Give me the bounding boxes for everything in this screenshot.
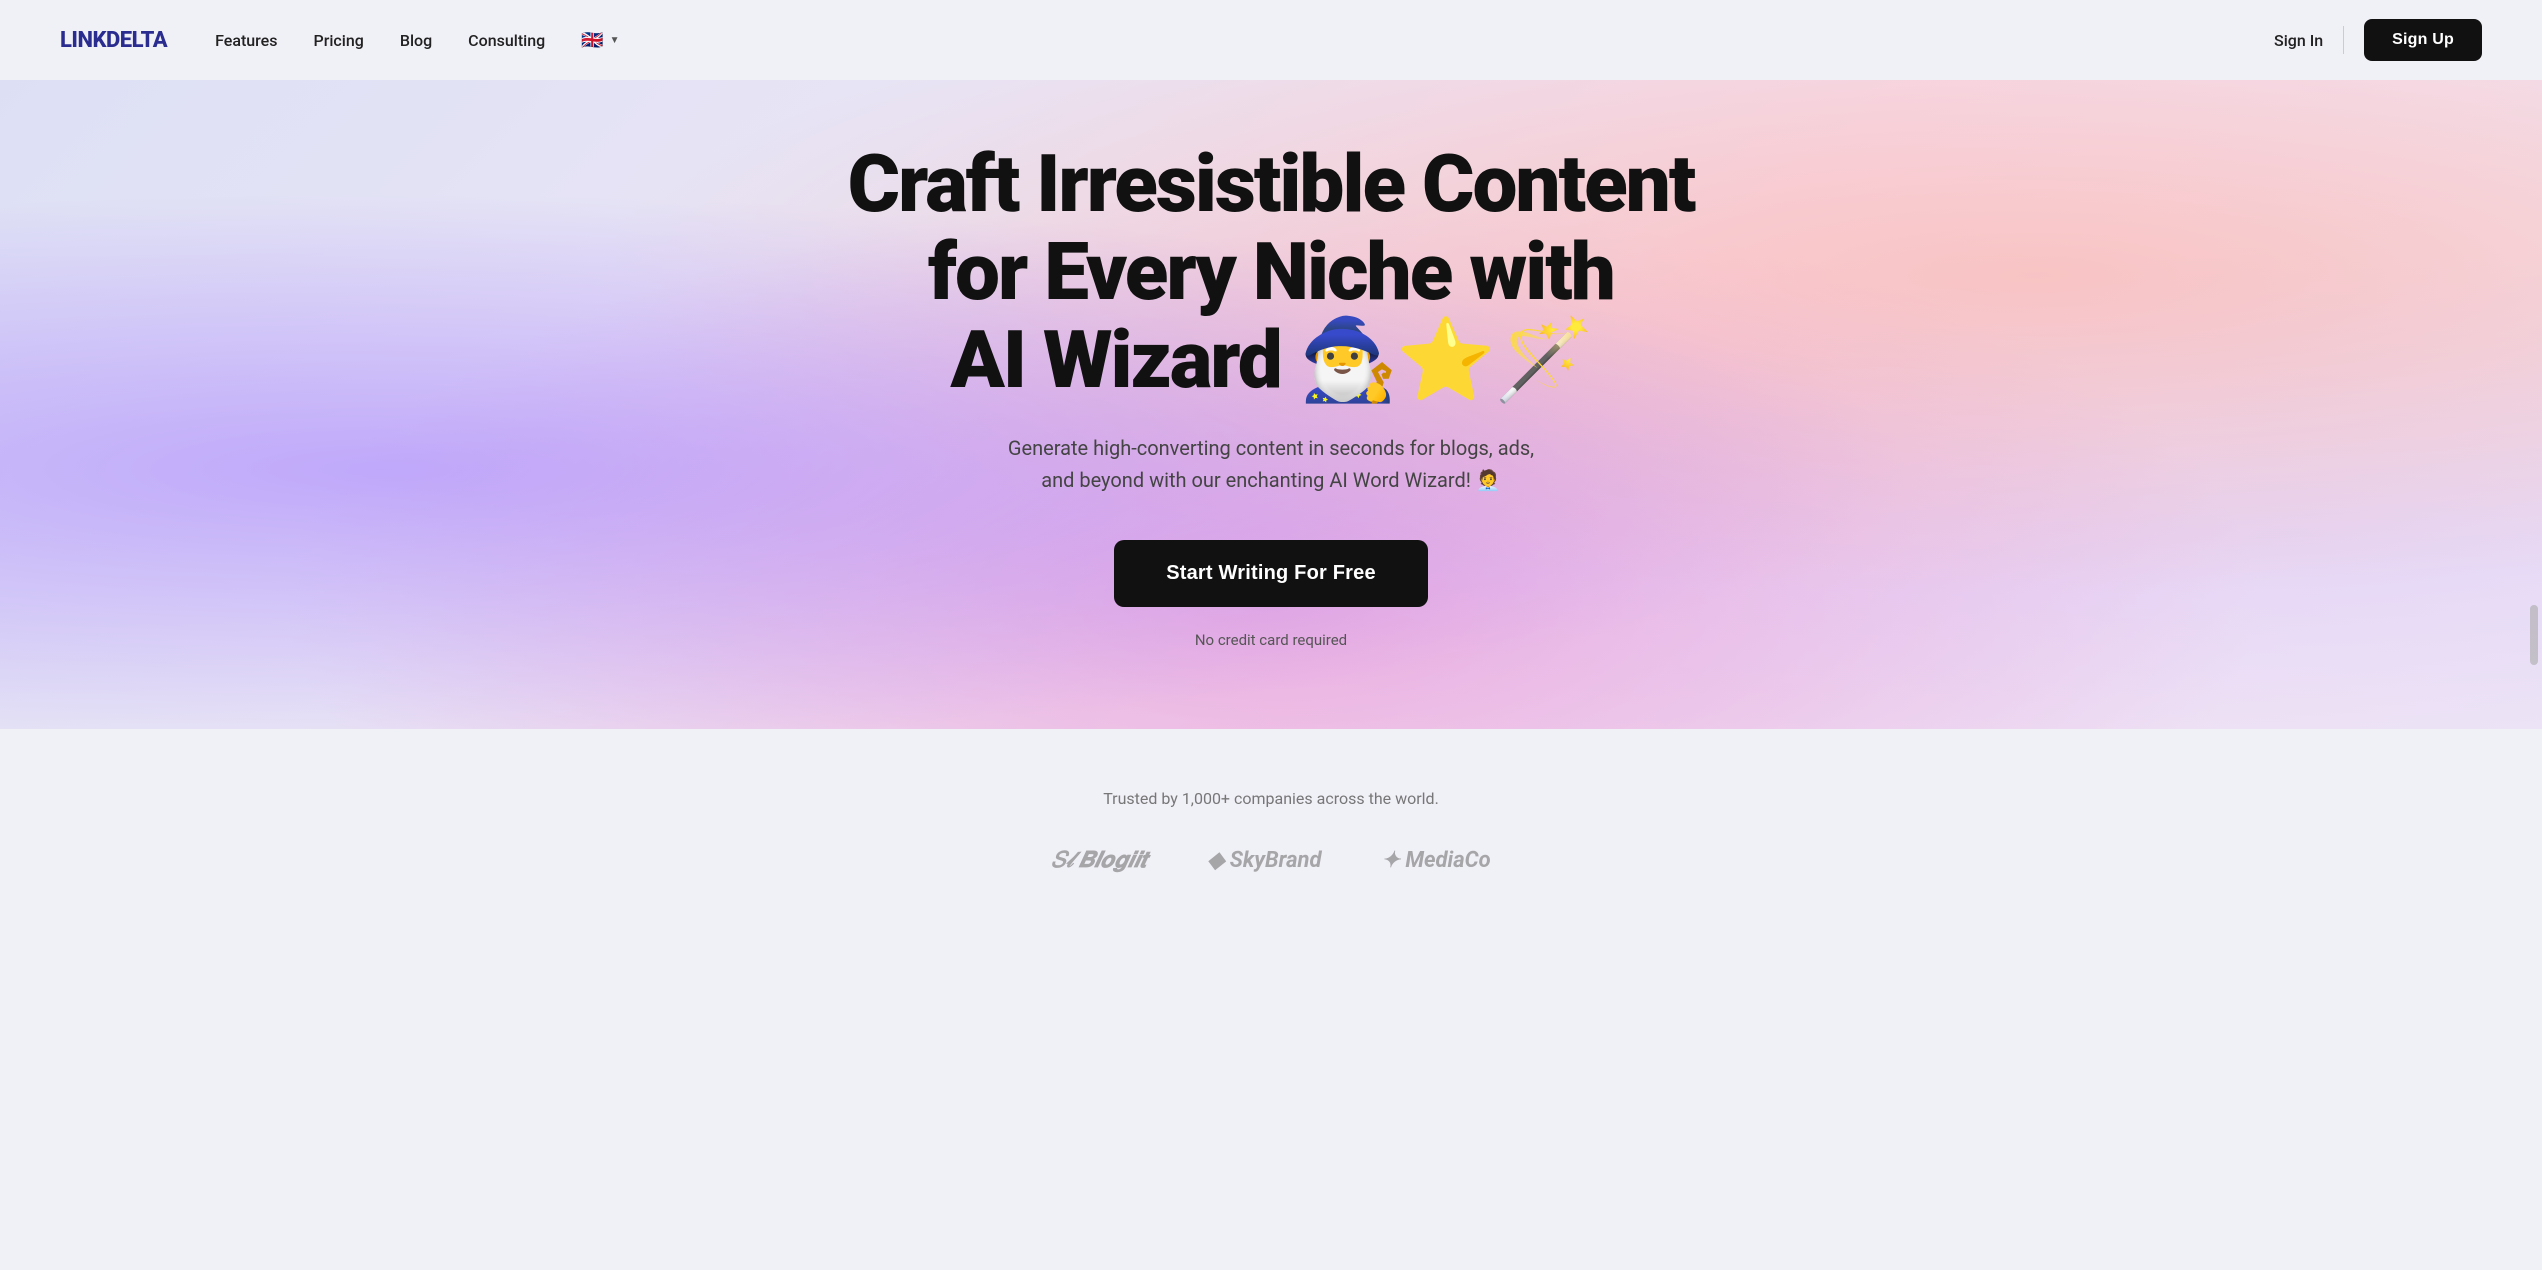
company-logo-2: ◆ SkyBrand bbox=[1207, 848, 1321, 873]
nav-item-lang[interactable]: 🇬🇧 ▼ bbox=[581, 30, 619, 51]
hero-content: Craft Irresistible Content for Every Nic… bbox=[848, 140, 1695, 649]
nav-link-features[interactable]: Features bbox=[215, 31, 277, 50]
hero-subtitle: Generate high-converting content in seco… bbox=[991, 432, 1551, 496]
hero-title-line2: for Every Niche with bbox=[928, 225, 1614, 319]
language-selector[interactable]: 🇬🇧 ▼ bbox=[581, 30, 619, 51]
company-logo-3: ✦ MediaCo bbox=[1381, 848, 1490, 873]
no-credit-card-text: No credit card required bbox=[848, 631, 1695, 649]
sign-in-link[interactable]: Sign In bbox=[2274, 31, 2323, 50]
flag-icon: 🇬🇧 bbox=[581, 30, 603, 51]
nav-link-consulting[interactable]: Consulting bbox=[468, 31, 545, 50]
trusted-by-text: Trusted by 1,000+ companies across the w… bbox=[20, 789, 2522, 808]
sign-up-button[interactable]: Sign Up bbox=[2364, 19, 2482, 61]
company-logos-row: 𝑆𝓁 𝑩𝒍𝒐𝒈𝒊𝒊𝒕 ◆ SkyBrand ✦ MediaCo bbox=[20, 848, 2522, 873]
cta-button[interactable]: Start Writing For Free bbox=[1114, 540, 1428, 607]
hero-title-line3: AI Wizard 🧙‍♂️⭐🪄 bbox=[950, 313, 1591, 407]
nav-item-blog[interactable]: Blog bbox=[400, 31, 432, 50]
nav-link-pricing[interactable]: Pricing bbox=[313, 31, 363, 50]
navbar-left: LINKDELTA Features Pricing Blog Consulti… bbox=[60, 28, 620, 53]
nav-links: Features Pricing Blog Consulting 🇬🇧 ▼ bbox=[215, 30, 619, 51]
nav-item-features[interactable]: Features bbox=[215, 31, 277, 50]
chevron-down-icon: ▼ bbox=[610, 35, 620, 46]
hero-cta-container: Start Writing For Free No credit card re… bbox=[848, 540, 1695, 649]
scrollbar-indicator[interactable] bbox=[2530, 605, 2538, 665]
nav-link-blog[interactable]: Blog bbox=[400, 31, 432, 50]
social-proof-section: Trusted by 1,000+ companies across the w… bbox=[0, 729, 2542, 913]
navbar-right: Sign In Sign Up bbox=[2274, 19, 2482, 61]
hero-section: Craft Irresistible Content for Every Nic… bbox=[0, 80, 2542, 729]
hero-title-line1: Craft Irresistible Content bbox=[848, 137, 1695, 231]
nav-divider bbox=[2343, 26, 2344, 54]
nav-item-consulting[interactable]: Consulting bbox=[468, 31, 545, 50]
hero-title: Craft Irresistible Content for Every Nic… bbox=[848, 140, 1695, 404]
brand-logo[interactable]: LINKDELTA bbox=[60, 28, 167, 53]
nav-item-pricing[interactable]: Pricing bbox=[313, 31, 363, 50]
navbar: LINKDELTA Features Pricing Blog Consulti… bbox=[0, 0, 2542, 80]
company-logo-blogiit: 𝑆𝓁 𝑩𝒍𝒐𝒈𝒊𝒊𝒕 bbox=[1051, 848, 1147, 873]
